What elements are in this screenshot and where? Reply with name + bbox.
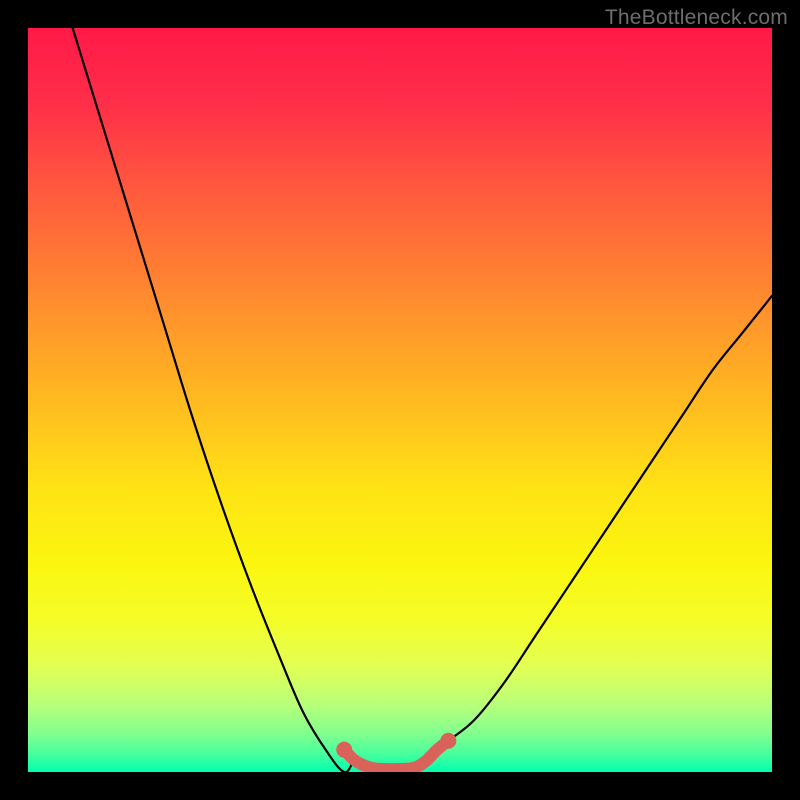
bottleneck-left-curve (73, 28, 772, 772)
chart-frame: TheBottleneck.com (0, 0, 800, 800)
curve-layer (28, 28, 772, 772)
plot-area (28, 28, 772, 772)
valley-highlight-curve (344, 741, 448, 769)
watermark-text: TheBottleneck.com (605, 6, 788, 30)
valley-end-dot (336, 742, 352, 758)
valley-end-dot (440, 733, 456, 749)
